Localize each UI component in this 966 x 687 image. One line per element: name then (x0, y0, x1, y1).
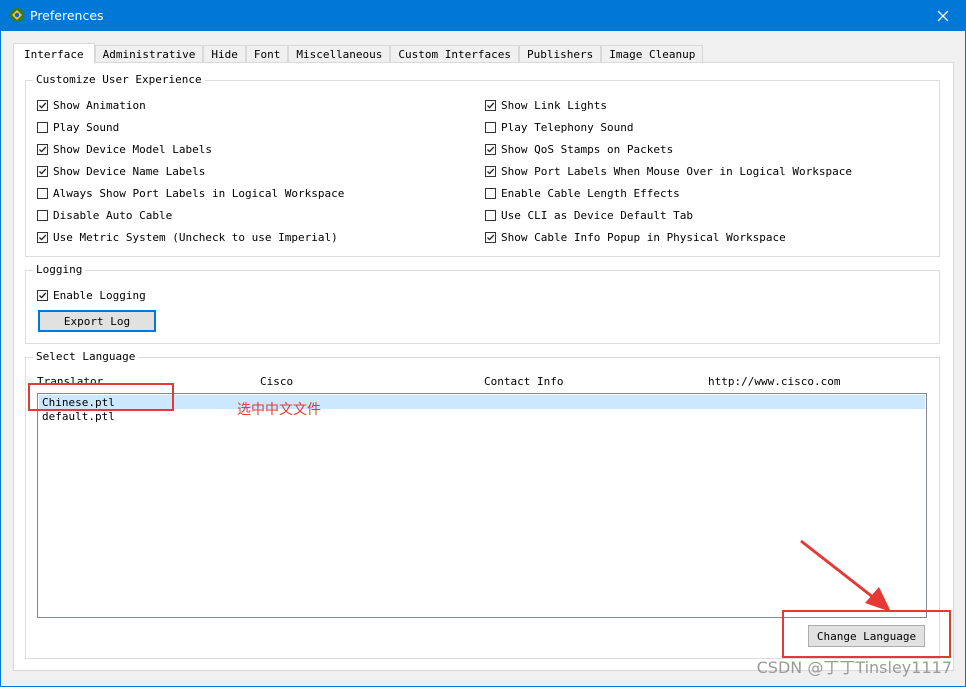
annotation-box-file (28, 383, 174, 411)
checkbox-box (37, 188, 48, 199)
checkbox-left-6[interactable]: Use Metric System (Uncheck to use Imperi… (37, 231, 338, 244)
logging-group: Logging (25, 263, 940, 344)
checkmark-icon (39, 234, 47, 241)
customize-group-title: Customize User Experience (33, 73, 205, 86)
annotation-text: 选中中文文件 (237, 402, 321, 418)
checkmark-icon (39, 146, 47, 153)
tab-administrative[interactable]: Administrative (94, 45, 204, 63)
checkbox-box (37, 166, 48, 177)
tab-image-cleanup[interactable]: Image Cleanup (601, 45, 704, 63)
checkmark-icon (487, 102, 495, 109)
checkmark-icon (39, 168, 47, 175)
export-log-button[interactable]: Export Log (38, 310, 156, 332)
checkbox-label: Enable Cable Length Effects (501, 187, 680, 200)
checkbox-label: Show Port Labels When Mouse Over in Logi… (501, 165, 852, 178)
checkbox-box (37, 100, 48, 111)
column-url: http://www.cisco.com (708, 375, 841, 388)
checkbox-box (485, 166, 496, 177)
window-title: Preferences (30, 8, 104, 23)
title-bar: Preferences (0, 0, 966, 31)
annotation-arrow-icon (800, 539, 891, 612)
checkmark-icon (487, 234, 495, 241)
column-cisco: Cisco (260, 375, 294, 388)
checkbox-label: Always Show Port Labels in Logical Works… (53, 187, 345, 200)
checkbox-right-0[interactable]: Show Link Lights (485, 99, 607, 112)
checkbox-label: Use CLI as Device Default Tab (501, 209, 694, 222)
checkbox-right-1[interactable]: Play Telephony Sound (485, 121, 633, 134)
checkbox-left-4[interactable]: Always Show Port Labels in Logical Works… (37, 187, 344, 200)
checkmark-icon (487, 168, 495, 175)
tab-publishers[interactable]: Publishers (519, 45, 602, 63)
enable-logging-label: Enable Logging (53, 289, 146, 302)
tab-bar: Interface Administrative Hide Font Misce… (13, 43, 704, 64)
watermark: CSDN @丁丁Tinsley1117 (756, 658, 952, 677)
checkbox-label: Show QoS Stamps on Packets (501, 143, 674, 156)
tab-miscellaneous[interactable]: Miscellaneous (288, 45, 391, 63)
close-button[interactable] (920, 0, 966, 31)
checkbox-box (37, 144, 48, 155)
column-contact-info: Contact Info (484, 375, 564, 388)
checkbox-box (485, 144, 496, 155)
list-item-default-ptl[interactable]: default.ptl (39, 409, 925, 423)
checkbox-label: Use Metric System (Uncheck to use Imperi… (53, 231, 338, 244)
checkbox-label: Play Telephony Sound (501, 121, 634, 134)
checkbox-label: Disable Auto Cable (53, 209, 173, 222)
checkbox-left-2[interactable]: Show Device Model Labels (37, 143, 212, 156)
checkbox-left-1[interactable]: Play Sound (37, 121, 119, 134)
checkbox-box (37, 290, 48, 301)
checkbox-label: Show Device Model Labels (53, 143, 212, 156)
checkbox-left-0[interactable]: Show Animation (37, 99, 146, 112)
tab-custom-interfaces[interactable]: Custom Interfaces (390, 45, 520, 63)
checkbox-right-6[interactable]: Show Cable Info Popup in Physical Worksp… (485, 231, 786, 244)
checkbox-box (485, 122, 496, 133)
checkbox-right-3[interactable]: Show Port Labels When Mouse Over in Logi… (485, 165, 852, 178)
checkbox-box (485, 232, 496, 243)
checkbox-right-5[interactable]: Use CLI as Device Default Tab (485, 209, 693, 222)
checkbox-box (37, 232, 48, 243)
tab-font[interactable]: Font (245, 45, 289, 63)
checkbox-left-5[interactable]: Disable Auto Cable (37, 209, 172, 222)
checkbox-box (485, 100, 496, 111)
close-icon (937, 10, 949, 21)
checkbox-label: Show Cable Info Popup in Physical Worksp… (501, 231, 786, 244)
checkbox-left-3[interactable]: Show Device Name Labels (37, 165, 205, 178)
language-group-title: Select Language (33, 350, 139, 363)
language-file-list[interactable]: Chinese.ptl default.ptl (37, 393, 927, 618)
checkbox-box (485, 210, 496, 221)
checkbox-label: Show Link Lights (501, 99, 607, 112)
checkbox-box (37, 122, 48, 133)
tab-hide[interactable]: Hide (203, 45, 246, 63)
enable-logging-checkbox[interactable]: Enable Logging (37, 289, 146, 302)
tab-interface[interactable]: Interface (13, 43, 95, 64)
app-icon (10, 8, 24, 22)
checkbox-box (37, 210, 48, 221)
checkmark-icon (39, 292, 47, 299)
checkmark-icon (39, 102, 47, 109)
checkbox-right-2[interactable]: Show QoS Stamps on Packets (485, 143, 673, 156)
checkbox-label: Show Animation (53, 99, 146, 112)
checkbox-right-4[interactable]: Enable Cable Length Effects (485, 187, 680, 200)
checkmark-icon (487, 146, 495, 153)
checkbox-label: Show Device Name Labels (53, 165, 206, 178)
checkbox-box (485, 188, 496, 199)
checkbox-label: Play Sound (53, 121, 120, 134)
logging-group-title: Logging (33, 263, 86, 276)
